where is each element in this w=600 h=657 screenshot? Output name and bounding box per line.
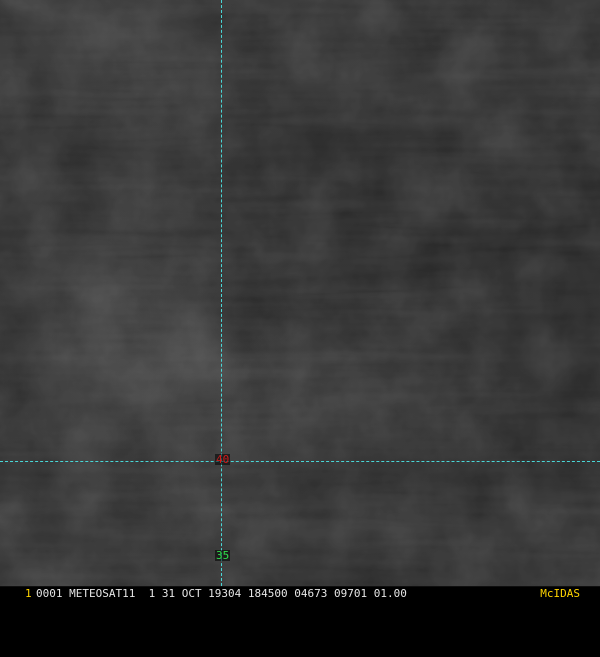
satellite-image: 40 35 [0,0,600,600]
status-text: 1 0001 METEOSAT11 1 31 OCT 19304 184500 … [0,587,600,601]
latitude-line [0,461,600,462]
streak-layer [0,0,600,600]
latitude-label-40: 40 [215,453,231,466]
latitude-label-35: 35 [215,549,231,562]
cloud-texture [0,0,600,600]
status-bar: 1 0001 METEOSAT11 1 31 OCT 19304 184500 … [0,586,600,601]
frame-number: 1 [25,587,32,600]
status-info: 0001 METEOSAT11 1 31 OCT 19304 184500 04… [36,587,407,600]
longitude-line [221,0,222,586]
noise-layer [0,0,600,600]
brand-label: McIDAS [540,587,580,600]
